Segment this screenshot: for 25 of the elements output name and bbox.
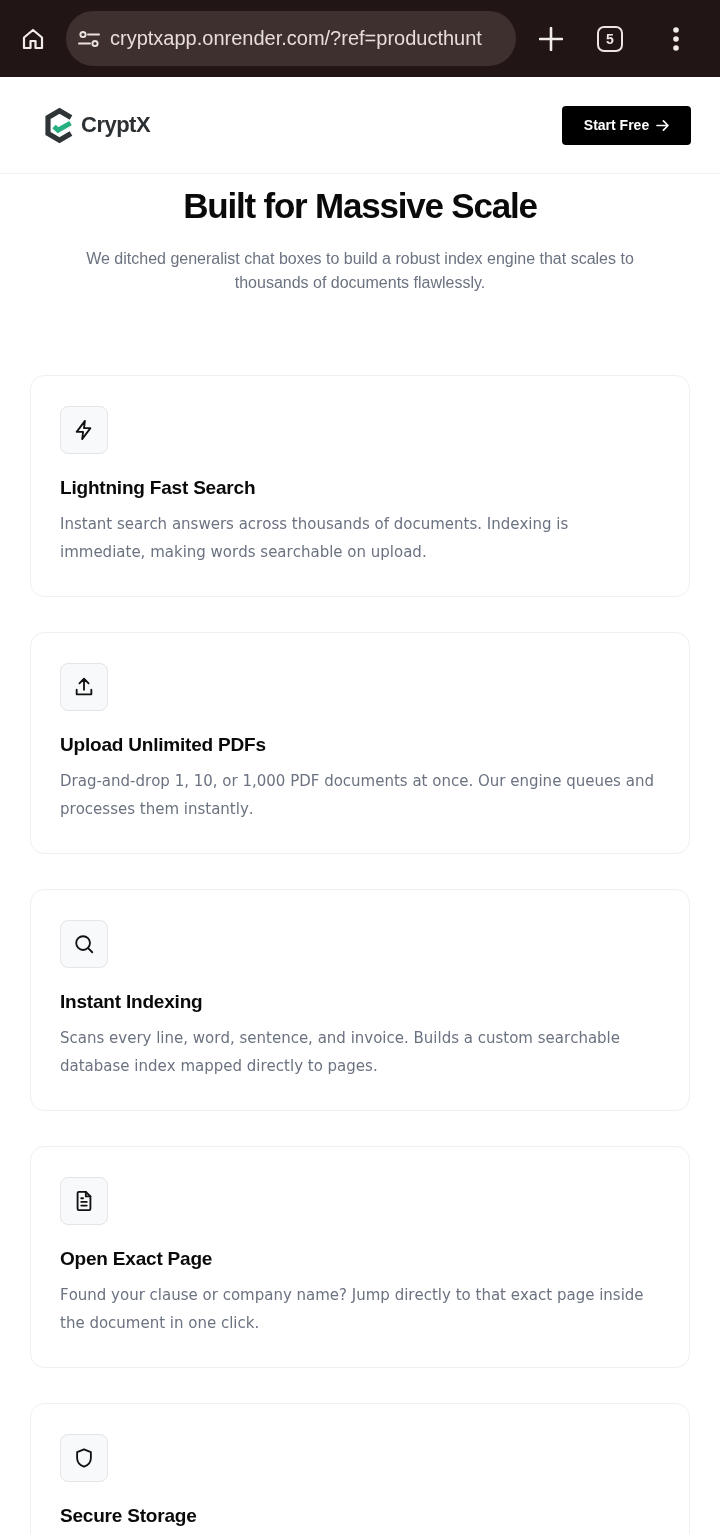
- tab-count-button[interactable]: 5: [597, 25, 623, 52]
- feature-description: Drag-and-drop 1, 10, or 1,000 PDF documents at once. Our engine queues and processes them instantly.: [60, 771, 655, 820]
- lightning-bolt-icon: [60, 406, 108, 454]
- address-bar[interactable]: cryptxapp.onrender.com/?ref=producthunt: [66, 11, 516, 66]
- brand-name[interactable]: CryptX: [81, 112, 151, 138]
- start-free-button[interactable]: Start Free: [562, 105, 691, 145]
- feature-title: Instant Indexing: [60, 990, 204, 1014]
- search-icon: [60, 920, 108, 968]
- feature-title: Lightning Fast Search: [60, 476, 257, 500]
- feature-title: Open Exact Page: [60, 1247, 214, 1271]
- feature-title: Upload Unlimited PDFs: [60, 733, 267, 757]
- document-icon: [60, 1177, 108, 1225]
- feature-description: Instant search answers across thousands of documents. Indexing is immediate, making words searchable on upload.: [60, 514, 570, 563]
- upload-icon: [60, 663, 108, 711]
- feature-title: Secure Storage: [60, 1504, 198, 1528]
- new-tab-icon[interactable]: [539, 26, 563, 51]
- home-icon[interactable]: [21, 26, 45, 51]
- shield-icon: [60, 1434, 108, 1482]
- feature-description: Scans every line, word, sentence, and invoice. Builds a custom searchable database index mapped directly to pages.: [60, 1028, 622, 1077]
- section-title: Built for Massive Scale: [182, 185, 538, 227]
- section-subtitle: We ditched generalist chat boxes to build a robust index engine that scales to thousands of documents flawlessly.: [85, 249, 635, 293]
- feature-description: Found your clause or company name? Jump directly to that exact page inside the document in one click.: [60, 1285, 645, 1334]
- more-menu-icon[interactable]: [673, 26, 679, 51]
- arrow-right-icon: [656, 119, 670, 131]
- site-settings-icon[interactable]: [78, 29, 100, 48]
